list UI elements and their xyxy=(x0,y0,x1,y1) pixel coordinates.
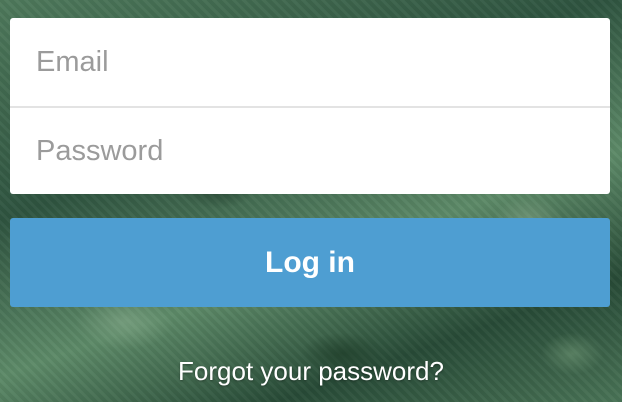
password-field[interactable] xyxy=(36,134,584,168)
email-field[interactable] xyxy=(36,45,584,79)
login-fields-panel xyxy=(10,18,610,194)
password-field-row xyxy=(10,106,610,194)
email-field-row xyxy=(10,18,610,106)
forgot-password-link[interactable]: Forgot your password? xyxy=(0,356,622,387)
login-button[interactable]: Log in xyxy=(10,218,610,307)
